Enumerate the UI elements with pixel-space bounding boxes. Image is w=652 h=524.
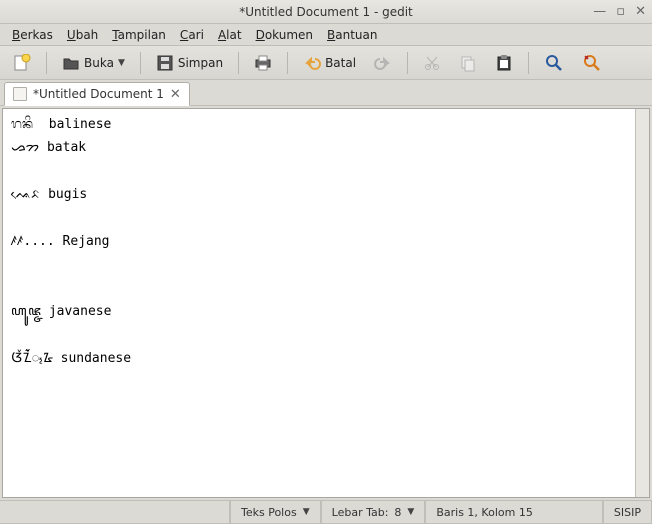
folder-open-icon (62, 54, 80, 72)
position-label: Baris 1, Kolom 15 (436, 506, 532, 519)
toolbar-separator (140, 52, 141, 74)
menu-berkas[interactable]: Berkas (6, 26, 59, 44)
menu-bantuan[interactable]: Bantuan (321, 26, 383, 44)
dropdown-icon: ▼ (407, 507, 414, 517)
paste-button[interactable] (488, 50, 520, 76)
close-icon[interactable]: ✕ (635, 5, 646, 18)
save-icon (156, 54, 174, 72)
cut-button[interactable] (416, 50, 448, 76)
document-icon (13, 87, 27, 101)
cut-icon (423, 54, 441, 72)
maximize-icon[interactable]: ▫ (616, 5, 625, 18)
tab-label: *Untitled Document 1 (33, 87, 164, 101)
editor-area[interactable]: ᬭᬦᬶ balinese ᯀᯂ batak ᨕᨙᨅ bugis ꤰꤰ.... R… (2, 108, 650, 498)
toolbar-separator (238, 52, 239, 74)
syntax-selector[interactable]: Teks Polos ▼ (230, 501, 321, 524)
copy-button[interactable] (452, 50, 484, 76)
new-file-icon (13, 54, 31, 72)
minimize-icon[interactable]: — (593, 5, 606, 18)
tabwidth-value: 8 (394, 506, 401, 519)
undo-icon (303, 54, 321, 72)
titlebar: *Untitled Document 1 - gedit — ▫ ✕ (0, 0, 652, 24)
menu-cari[interactable]: Cari (174, 26, 210, 44)
dropdown-icon: ▼ (303, 507, 310, 517)
search-icon (544, 53, 564, 73)
toolbar-separator (46, 52, 47, 74)
mode-label: SISIP (614, 506, 641, 519)
save-label: Simpan (178, 56, 223, 70)
menu-ubah[interactable]: Ubah (61, 26, 104, 44)
editor-content[interactable]: ᬭᬦᬶ balinese ᯀᯂ batak ᨕᨙᨅ bugis ꤰꤰ.... R… (3, 109, 649, 374)
copy-icon (459, 54, 477, 72)
cursor-position: Baris 1, Kolom 15 (425, 501, 603, 524)
menu-tampilan[interactable]: Tampilan (106, 26, 172, 44)
window-controls: — ▫ ✕ (593, 5, 646, 18)
menu-dokumen[interactable]: Dokumen (250, 26, 319, 44)
undo-label: Batal (325, 56, 356, 70)
find-replace-button[interactable] (575, 49, 609, 77)
toolbar-separator (287, 52, 288, 74)
paste-icon (495, 54, 513, 72)
undo-button[interactable]: Batal (296, 50, 363, 76)
insert-mode[interactable]: SISIP (603, 501, 652, 524)
menubar: Berkas Ubah Tampilan Cari Alat Dokumen B… (0, 24, 652, 46)
tabbar: *Untitled Document 1 ✕ (0, 80, 652, 106)
toolbar: Buka ▼ Simpan Batal (0, 46, 652, 80)
tab-close-icon[interactable]: ✕ (170, 88, 181, 101)
toolbar-separator (528, 52, 529, 74)
print-icon (254, 54, 272, 72)
window-title: *Untitled Document 1 - gedit (239, 5, 413, 19)
document-tab[interactable]: *Untitled Document 1 ✕ (4, 82, 190, 106)
save-button[interactable]: Simpan (149, 50, 230, 76)
find-button[interactable] (537, 49, 571, 77)
open-label: Buka (84, 56, 114, 70)
tabwidth-label: Lebar Tab: (332, 506, 389, 519)
status-empty (0, 501, 230, 524)
menu-alat[interactable]: Alat (212, 26, 248, 44)
redo-button[interactable] (367, 50, 399, 76)
statusbar: Teks Polos ▼ Lebar Tab: 8 ▼ Baris 1, Kol… (0, 500, 652, 524)
print-button[interactable] (247, 50, 279, 76)
tabwidth-selector[interactable]: Lebar Tab: 8 ▼ (321, 501, 426, 524)
redo-icon (374, 54, 392, 72)
vertical-scrollbar[interactable] (635, 109, 649, 497)
dropdown-icon: ▼ (118, 58, 125, 68)
find-replace-icon (582, 53, 602, 73)
open-button[interactable]: Buka ▼ (55, 50, 132, 76)
toolbar-separator (407, 52, 408, 74)
syntax-label: Teks Polos (241, 506, 297, 519)
new-button[interactable] (6, 50, 38, 76)
